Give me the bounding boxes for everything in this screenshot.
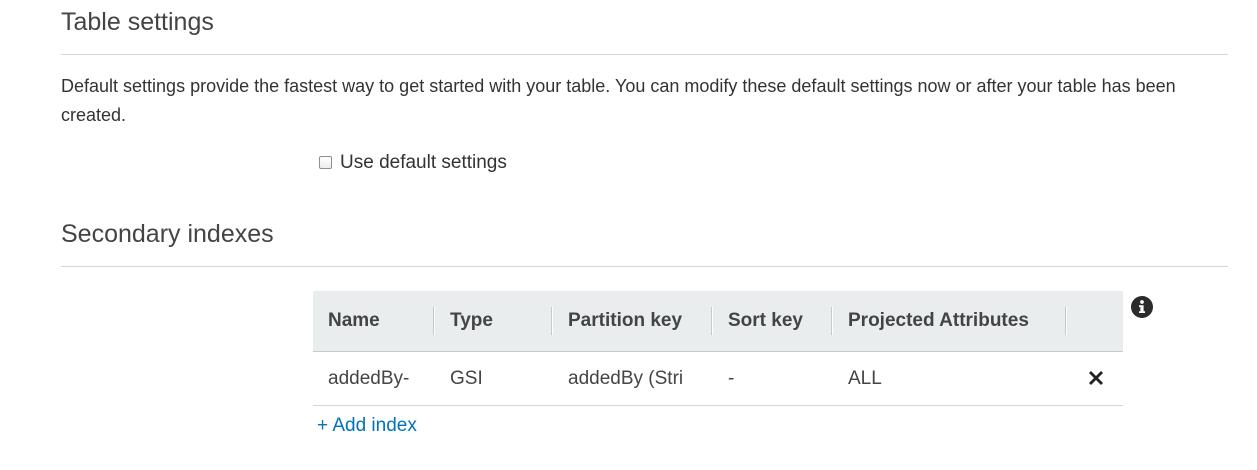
close-x-icon[interactable] <box>1085 367 1109 391</box>
secondary-indexes-table: Name Type Partition key Sort key Project… <box>313 291 1123 406</box>
secondary-indexes-divider <box>61 266 1228 267</box>
column-header-type[interactable]: Type <box>435 291 553 352</box>
secondary-indexes-title: Secondary indexes <box>61 220 274 248</box>
use-default-settings-checkbox[interactable] <box>319 155 332 169</box>
use-default-settings-label: Use default settings <box>340 152 507 173</box>
column-header-partition-key[interactable]: Partition key <box>553 291 713 352</box>
index-type-cell: GSI <box>435 351 553 406</box>
column-header-projected-attributes[interactable]: Projected Attributes <box>833 291 1067 352</box>
column-header-actions <box>1067 291 1123 352</box>
index-sort-key-cell: - <box>713 351 833 406</box>
add-index-link[interactable]: + Add index <box>317 415 417 437</box>
column-header-name[interactable]: Name <box>313 291 435 352</box>
index-partition-key-cell: addedBy (Stri <box>553 351 713 406</box>
table-settings-divider <box>61 54 1228 55</box>
table-settings-title: Table settings <box>61 8 214 36</box>
index-projected-attributes-cell: ALL <box>833 351 1067 406</box>
info-circle-icon[interactable] <box>1131 296 1153 318</box>
column-header-sort-key[interactable]: Sort key <box>713 291 833 352</box>
use-default-settings-row[interactable]: Use default settings <box>319 152 507 174</box>
index-name-cell: addedBy- <box>313 351 435 406</box>
table-header-row: Name Type Partition key Sort key Project… <box>313 291 1123 352</box>
table-row: addedBy- GSI addedBy (Stri - ALL <box>313 351 1123 406</box>
index-actions-cell <box>1067 351 1123 406</box>
table-settings-description: Default settings provide the fastest way… <box>61 76 1176 125</box>
